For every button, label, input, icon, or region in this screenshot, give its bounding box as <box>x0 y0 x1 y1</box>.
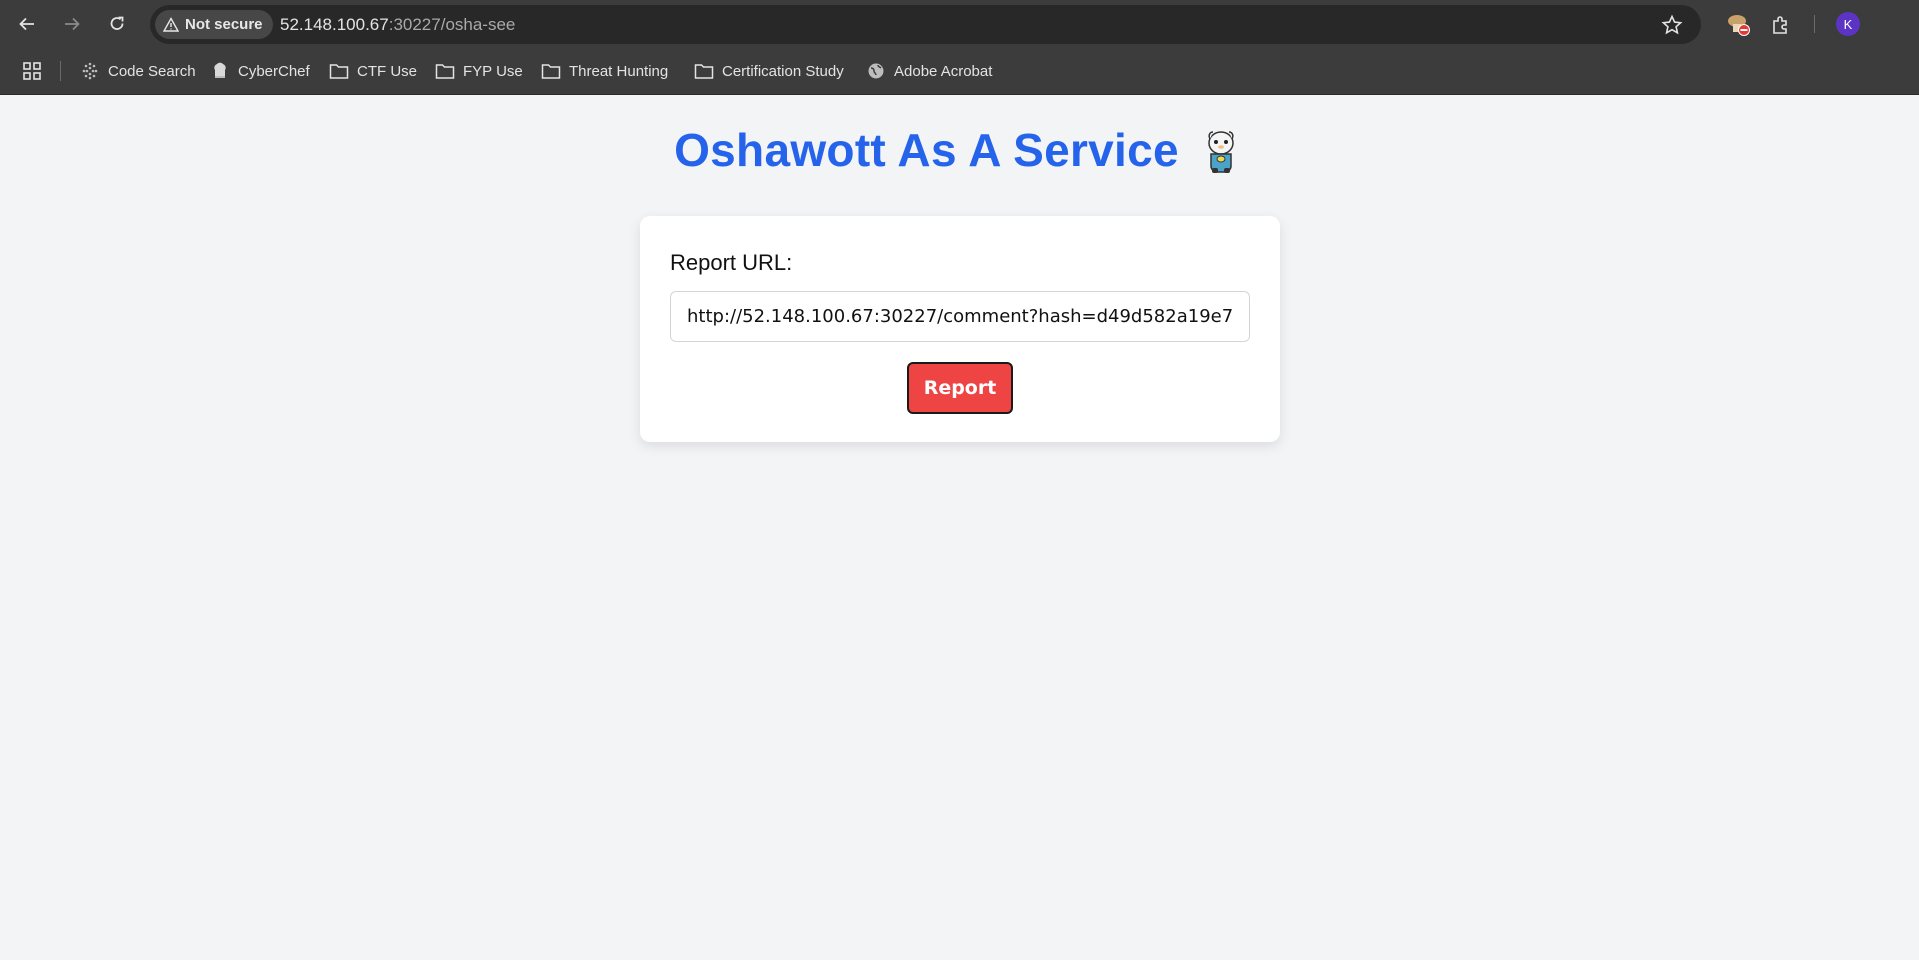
bookmark-adobe-acrobat[interactable]: Adobe Acrobat <box>866 48 992 94</box>
apps-button[interactable] <box>22 48 42 94</box>
code-search-icon <box>80 61 100 81</box>
bookmarks-divider <box>60 61 61 81</box>
bookmarks-bar: Code Search CyberChef CTF Use FYP Use Th… <box>0 48 1919 95</box>
report-button[interactable]: Report <box>907 362 1013 414</box>
bookmark-folder-threat-hunting[interactable]: Threat Hunting <box>541 48 668 94</box>
extension-ublock-button[interactable] <box>1724 10 1754 40</box>
forward-arrow-icon <box>65 17 80 31</box>
extensions-button[interactable] <box>1766 10 1796 40</box>
back-button[interactable] <box>12 9 42 39</box>
bookmark-cyberchef[interactable]: CyberChef <box>210 48 310 94</box>
bookmark-code-search[interactable]: Code Search <box>80 48 196 94</box>
cyberchef-icon <box>210 61 230 81</box>
folder-icon <box>694 61 714 81</box>
bookmark-folder-fyp-use[interactable]: FYP Use <box>435 48 523 94</box>
url-path: :30227/osha-see <box>388 14 516 34</box>
report-url-label: Report URL: <box>670 250 793 275</box>
folder-icon <box>435 61 455 81</box>
folder-icon <box>329 61 349 81</box>
bookmark-star-icon[interactable] <box>1661 14 1683 36</box>
bookmark-label: Certification Study <box>722 62 844 80</box>
profile-avatar[interactable]: K <box>1836 12 1860 36</box>
page-title: Oshawott As A Service <box>674 124 1179 176</box>
address-bar[interactable]: Not secure 52.148.100.67:30227/osha-see <box>150 5 1701 44</box>
bookmark-folder-certification-study[interactable]: Certification Study <box>694 48 844 94</box>
security-chip[interactable]: Not secure <box>155 10 273 39</box>
bookmark-label: Code Search <box>108 62 196 80</box>
page-header: Oshawott As A Service <box>0 120 1919 180</box>
bookmark-label: CTF Use <box>357 62 417 80</box>
apps-grid-icon <box>23 62 41 80</box>
toolbar-divider <box>1814 15 1815 33</box>
security-chip-label: Not secure <box>185 16 263 33</box>
warning-icon <box>163 16 179 32</box>
oshawott-mascot-icon <box>1208 131 1234 173</box>
bookmark-label: FYP Use <box>463 62 523 80</box>
mushroom-blocker-icon <box>1728 15 1750 36</box>
browser-toolbar: Not secure 52.148.100.67:30227/osha-see … <box>0 0 1919 48</box>
globe-icon <box>866 61 886 81</box>
url-host: 52.148.100.67 <box>280 14 389 34</box>
bookmark-label: Threat Hunting <box>569 62 669 80</box>
report-card: Report URL: Report <box>640 216 1280 442</box>
bookmark-label: CyberChef <box>238 62 310 80</box>
bookmark-folder-ctf-use[interactable]: CTF Use <box>329 48 417 94</box>
puzzle-icon <box>1773 16 1787 34</box>
bookmark-label: Adobe Acrobat <box>894 62 993 80</box>
folder-icon <box>541 61 561 81</box>
url-text[interactable]: 52.148.100.67:30227/osha-see <box>280 5 515 44</box>
reload-icon <box>110 16 124 30</box>
back-arrow-icon <box>19 17 34 31</box>
forward-button[interactable] <box>57 9 87 39</box>
reload-button[interactable] <box>102 9 132 39</box>
report-url-input[interactable] <box>670 291 1250 342</box>
